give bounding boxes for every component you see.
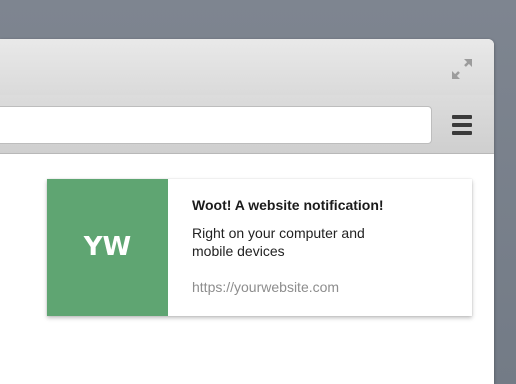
web-notification[interactable]: YW Woot! A website notification! Right o… bbox=[47, 179, 472, 316]
expand-arrows-icon[interactable] bbox=[450, 57, 474, 81]
address-bar[interactable] bbox=[0, 106, 432, 144]
browser-window: YW Woot! A website notification! Right o… bbox=[0, 39, 494, 384]
notification-logo: YW bbox=[47, 179, 168, 316]
notification-body: Woot! A website notification! Right on y… bbox=[192, 197, 462, 295]
notification-url[interactable]: https://yourwebsite.com bbox=[192, 279, 462, 295]
notification-logo-text: YW bbox=[83, 232, 132, 262]
hamburger-menu-icon[interactable] bbox=[452, 115, 472, 135]
title-bar bbox=[0, 39, 494, 95]
page-content: YW Woot! A website notification! Right o… bbox=[0, 154, 494, 384]
notification-title: Woot! A website notification! bbox=[192, 197, 384, 213]
browser-toolbar bbox=[0, 95, 494, 154]
notification-message: Right on your computer and mobile device… bbox=[192, 225, 365, 259]
